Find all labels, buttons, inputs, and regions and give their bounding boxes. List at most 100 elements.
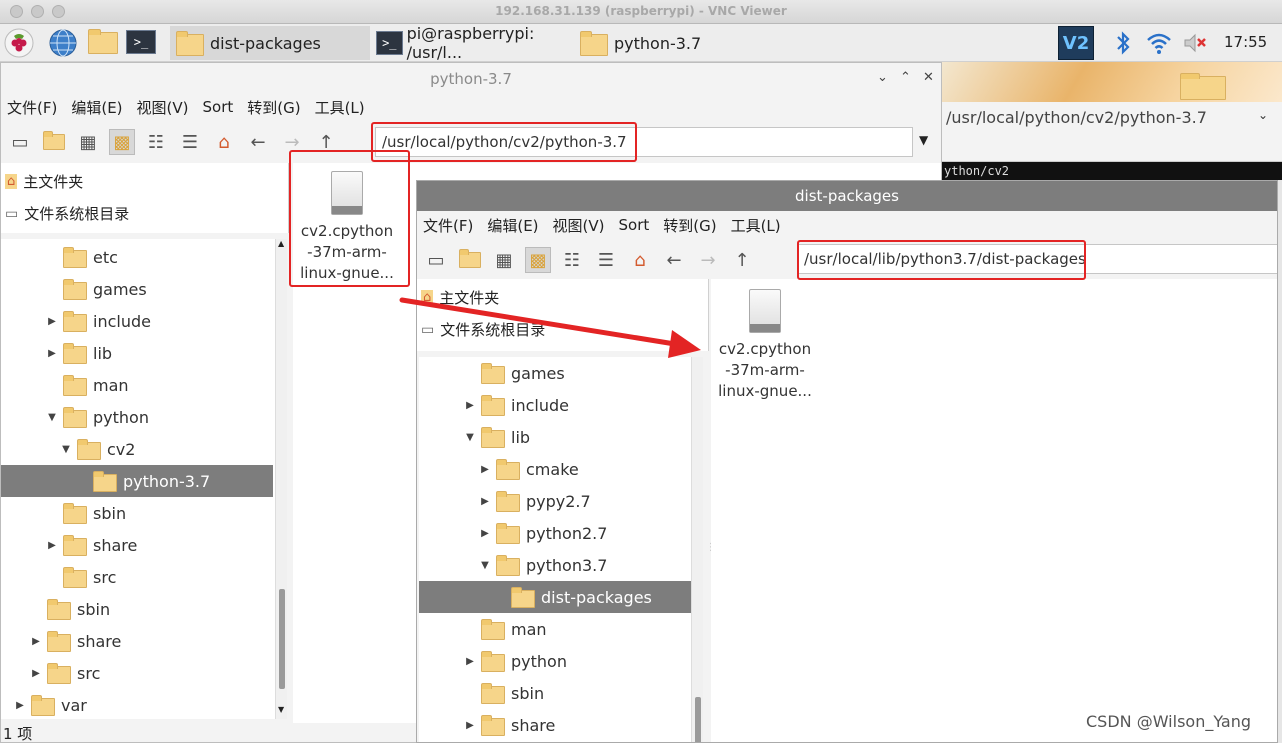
menu-tools[interactable]: 工具(L) — [315, 97, 365, 118]
clock: 17:55 — [1224, 33, 1268, 51]
scroll-up-icon[interactable]: ▲ — [278, 239, 284, 248]
list-view-icon[interactable]: ☰ — [177, 129, 203, 155]
tree-node-selected[interactable]: python-3.7 — [1, 465, 273, 497]
tree-node[interactable]: ▶ python2.7 — [478, 517, 607, 549]
tree-node[interactable]: ▶ src — [29, 657, 100, 689]
back-arrow-icon[interactable]: ← — [661, 247, 687, 273]
folder-icon — [63, 311, 87, 332]
pane-splitter[interactable]: ⋮ — [706, 543, 716, 565]
tree-node[interactable]: ▼ python — [45, 401, 149, 433]
menu-file[interactable]: 文件(F) — [423, 215, 473, 236]
browser-globe-icon[interactable] — [48, 28, 78, 58]
menu-view[interactable]: 视图(V) — [553, 215, 605, 236]
tree-node[interactable]: sbin — [29, 593, 110, 625]
tree-label: sbin — [93, 503, 127, 523]
task-terminal[interactable]: >_ pi@raspberrypi: /usr/l... — [372, 24, 572, 62]
tree-node-selected[interactable]: dist-packages — [419, 581, 691, 613]
thumbnail-view-icon[interactable]: ▩ — [525, 247, 551, 273]
folder-icon — [47, 599, 71, 620]
tree-node[interactable]: ▶ share — [29, 625, 121, 657]
menu-go[interactable]: 转到(G) — [247, 97, 300, 118]
tree-node[interactable]: ▶ lib — [45, 337, 112, 369]
tree-node[interactable]: etc — [45, 241, 118, 273]
scroll-down-icon[interactable]: ▼ — [278, 705, 284, 714]
file-icon — [749, 289, 781, 333]
tree-node[interactable]: ▶ share — [45, 529, 137, 561]
tree-node[interactable]: ▼ cv2 — [59, 433, 135, 465]
close-button[interactable]: ✕ — [923, 70, 934, 85]
menu-file[interactable]: 文件(F) — [7, 97, 57, 118]
tree-node[interactable]: ▶ share — [463, 709, 555, 741]
desktop-wallpaper — [942, 62, 1282, 102]
menu-go[interactable]: 转到(G) — [663, 215, 716, 236]
compact-view-icon[interactable]: ☷ — [559, 247, 585, 273]
home-icon[interactable]: ⌂ — [627, 247, 653, 273]
folder-icon — [481, 395, 505, 416]
terminal-icon: >_ — [376, 31, 403, 55]
tree-node[interactable]: src — [45, 561, 116, 593]
task-dist-packages[interactable]: dist-packages — [170, 26, 370, 60]
place-home[interactable]: ⌂ 主文件夹 — [5, 171, 83, 192]
tree-node[interactable]: ▶ include — [45, 305, 151, 337]
new-window-icon[interactable]: ▭ — [7, 129, 33, 155]
folder-icon — [481, 715, 505, 736]
folder-icon — [481, 683, 505, 704]
bluetooth-icon[interactable] — [1108, 28, 1138, 58]
tree-node[interactable]: man — [45, 369, 129, 401]
tree-node[interactable]: ▶ var — [13, 689, 87, 721]
tree-node[interactable]: ▼ lib — [463, 421, 530, 453]
raspberry-menu-icon[interactable] — [4, 28, 34, 58]
file-cv2-so[interactable]: cv2.cpython -37m-arm- linux-gnue... — [715, 289, 815, 402]
tree-node[interactable]: man — [463, 613, 547, 645]
new-folder-icon[interactable] — [457, 247, 483, 273]
menu-edit[interactable]: 编辑(E) — [487, 215, 538, 236]
menu-edit[interactable]: 编辑(E) — [71, 97, 122, 118]
new-folder-icon[interactable] — [41, 129, 67, 155]
home-icon[interactable]: ⌂ — [211, 129, 237, 155]
scrollbar-thumb[interactable] — [279, 589, 285, 689]
minimize-button[interactable]: ⌄ — [877, 70, 888, 85]
tree-label: include — [93, 311, 151, 331]
forward-arrow-icon[interactable]: → — [695, 247, 721, 273]
volume-muted-icon[interactable] — [1180, 28, 1210, 58]
menu-sort[interactable]: Sort — [619, 216, 650, 234]
folder-icon — [63, 375, 87, 396]
directory-tree: etc games ▶ include ▶ lib man ▼ python ▼ cv2… — [1, 239, 275, 719]
desktop-folder-icon[interactable] — [1180, 73, 1226, 100]
path-dropdown-icon[interactable]: ▼ — [919, 133, 928, 147]
tree-node[interactable]: ▶ include — [463, 389, 569, 421]
tree-node[interactable]: sbin — [463, 677, 544, 709]
vnc-titlebar: 192.168.31.139 (raspberrypi) - VNC Viewe… — [0, 0, 1282, 24]
tree-scrollbar[interactable]: ▲ ▼ — [275, 239, 287, 719]
wifi-icon[interactable] — [1144, 28, 1174, 58]
scrollbar-thumb[interactable] — [695, 697, 701, 742]
maximize-button[interactable]: ⌃ — [900, 70, 911, 85]
compact-view-icon[interactable]: ☷ — [143, 129, 169, 155]
task-python-3-7[interactable]: python-3.7 — [574, 26, 774, 60]
tree-node[interactable]: ▶ cmake — [478, 453, 579, 485]
annotation-box-path — [371, 122, 637, 162]
menu-sort[interactable]: Sort — [203, 98, 234, 116]
tree-scrollbar[interactable] — [691, 357, 703, 742]
chevron-down-icon[interactable]: ⌄ — [1258, 108, 1268, 122]
tree-node[interactable]: sbin — [45, 497, 126, 529]
new-window-icon[interactable]: ▭ — [423, 247, 449, 273]
up-arrow-icon[interactable]: ↑ — [729, 247, 755, 273]
list-view-icon[interactable]: ☰ — [593, 247, 619, 273]
tree-node[interactable]: ▶ python — [463, 645, 567, 677]
tree-node[interactable]: ▶ pypy2.7 — [478, 485, 591, 517]
terminal-launcher-icon[interactable]: >_ — [126, 30, 156, 54]
thumbnail-view-icon[interactable]: ▩ — [109, 129, 135, 155]
menu-tools[interactable]: 工具(L) — [731, 215, 781, 236]
back-arrow-icon[interactable]: ← — [245, 129, 271, 155]
tree-node[interactable]: games — [45, 273, 147, 305]
icon-view-icon[interactable]: ▦ — [491, 247, 517, 273]
menu-view[interactable]: 视图(V) — [137, 97, 189, 118]
tree-label: sbin — [511, 683, 545, 703]
vnc-server-icon[interactable]: V2 — [1058, 26, 1094, 60]
place-filesystem[interactable]: ▭ 文件系统根目录 — [5, 203, 129, 224]
tree-node[interactable]: ▼ python3.7 — [478, 549, 607, 581]
tree-label: src — [93, 567, 117, 587]
icon-view-icon[interactable]: ▦ — [75, 129, 101, 155]
file-manager-launcher-icon[interactable] — [88, 29, 118, 62]
